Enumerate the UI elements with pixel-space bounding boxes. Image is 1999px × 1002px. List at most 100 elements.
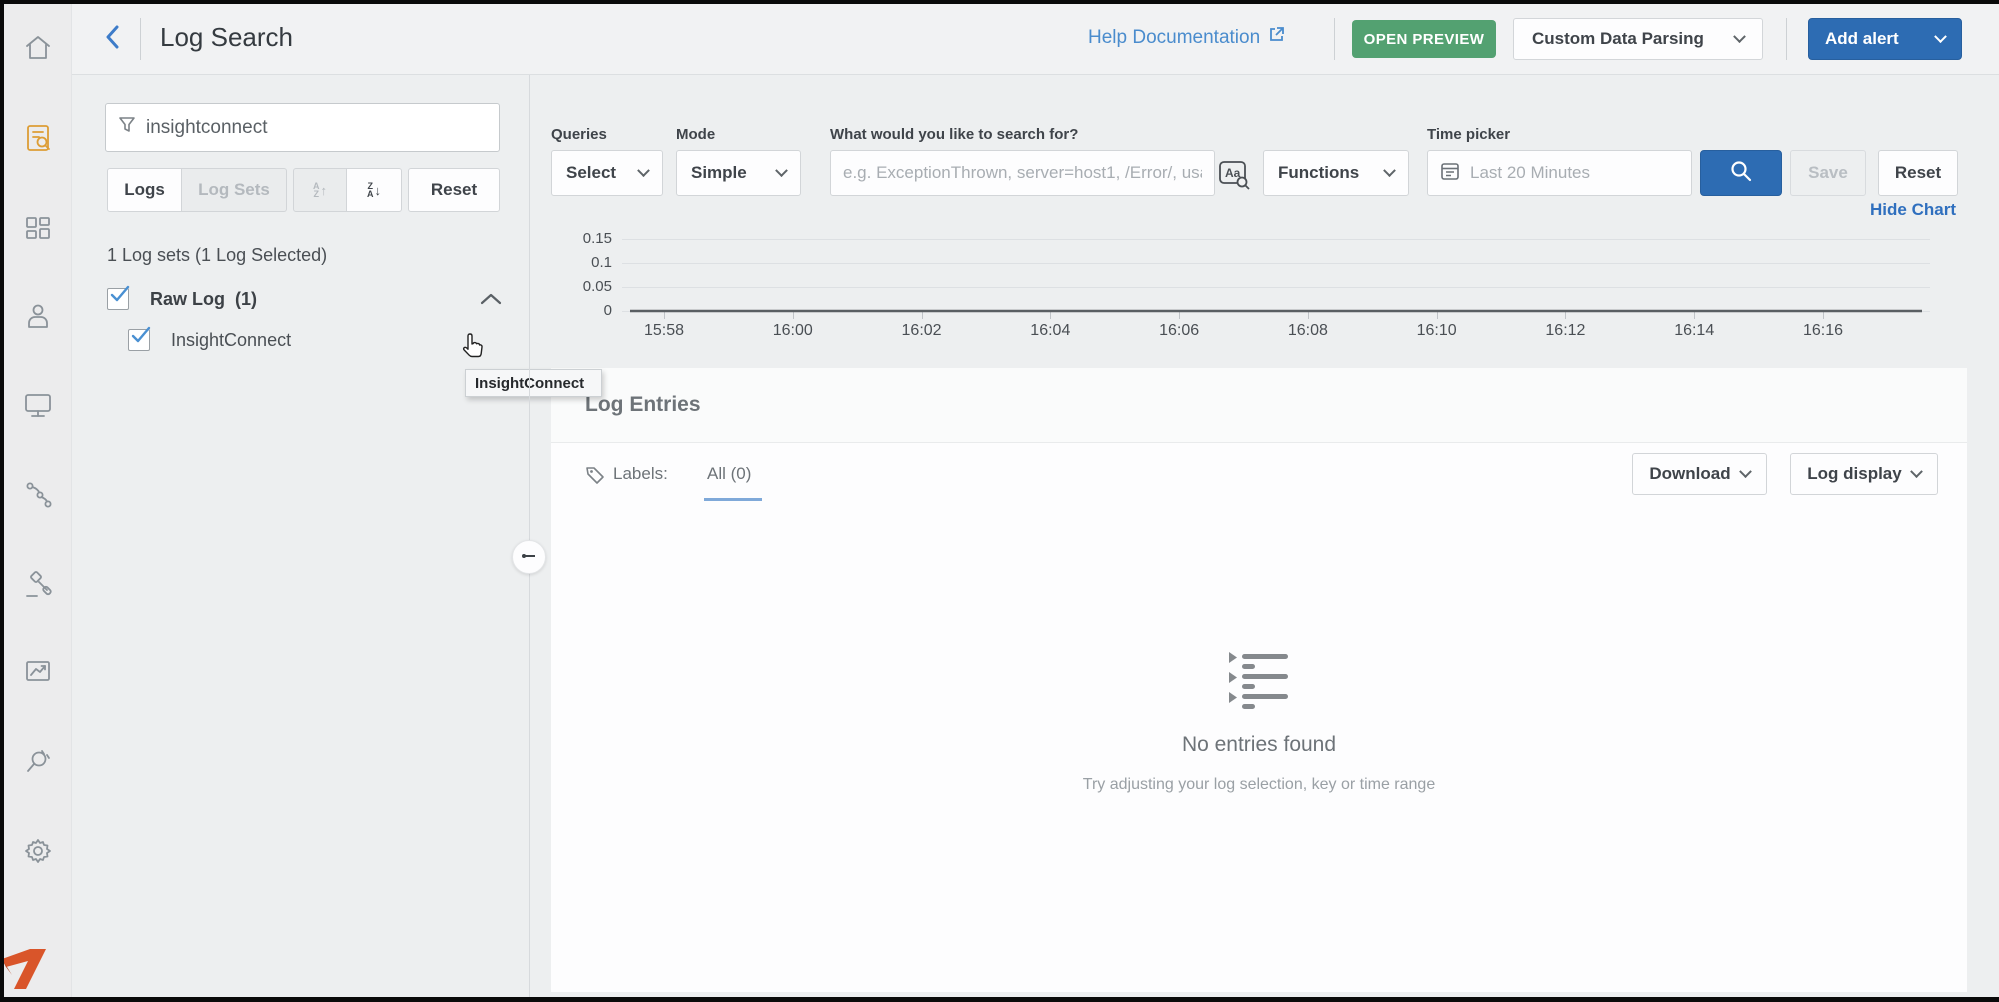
sidebar-item-reports[interactable] — [18, 653, 58, 693]
case-sensitive-search-button[interactable]: Aa — [1218, 158, 1250, 190]
sidebar-item-log-search[interactable] — [18, 120, 58, 160]
queries-select-dropdown[interactable]: Select — [551, 150, 663, 196]
sidebar-item-settings[interactable] — [18, 833, 58, 873]
chevron-down-icon — [1739, 465, 1752, 478]
log-selection-panel: Logs Log Sets AZ ↑ ZA ↓ Reset 1 Log sets… — [72, 75, 529, 997]
x-axis-tick-label: 16:02 — [882, 322, 962, 340]
letterbox-bottom — [0, 997, 1999, 1002]
hide-chart-link[interactable]: Hide Chart — [1856, 200, 1956, 220]
sort-desc-button[interactable]: ZA ↓ — [347, 168, 402, 212]
y-axis-tick-label: 0.05 — [552, 278, 612, 295]
add-alert-button[interactable]: Add alert — [1808, 18, 1962, 60]
help-documentation-link[interactable]: Help Documentation — [1088, 26, 1285, 49]
chevron-down-icon — [775, 164, 788, 177]
query-input-wrap — [830, 150, 1215, 196]
header-divider — [1334, 18, 1335, 60]
log-sets-tab-button[interactable]: Log Sets — [182, 168, 287, 212]
mode-label: Mode — [676, 126, 715, 143]
calendar-icon — [1440, 161, 1460, 186]
time-picker-wrap — [1427, 150, 1692, 196]
y-axis-tick-label: 0 — [552, 302, 612, 319]
empty-log-list-icon — [1227, 650, 1291, 719]
workflow-icon — [23, 480, 53, 515]
sidebar-item-home[interactable] — [18, 30, 58, 70]
x-axis-tick-label: 16:14 — [1654, 322, 1734, 340]
header-divider — [140, 18, 141, 60]
chevron-down-icon — [1934, 30, 1947, 43]
letterbox-left — [0, 0, 4, 1002]
functions-dropdown[interactable]: Functions — [1263, 150, 1409, 196]
save-query-button[interactable]: Save — [1790, 150, 1866, 196]
header-divider — [1786, 18, 1787, 60]
log-filter-box — [105, 103, 500, 152]
x-axis-tick-label: 16:00 — [753, 322, 833, 340]
x-axis-tick-label: 15:58 — [624, 322, 704, 340]
gear-icon — [23, 836, 53, 871]
collapse-panel-handle[interactable] — [512, 540, 546, 574]
mode-dropdown[interactable]: Simple — [676, 150, 801, 196]
search-for-label: What would you like to search for? — [830, 126, 1078, 143]
x-axis-tick-label: 16:06 — [1139, 322, 1219, 340]
sort-asc-button[interactable]: AZ ↑ — [293, 168, 347, 212]
log-checkbox-checked[interactable] — [128, 329, 150, 351]
empty-state-subtitle: Try adjusting your log selection, key or… — [959, 776, 1559, 794]
logs-tab-button[interactable]: Logs — [107, 168, 182, 212]
queries-label: Queries — [551, 126, 607, 143]
sidebar-item-dashboards[interactable] — [18, 210, 58, 250]
download-dropdown[interactable]: Download — [1632, 453, 1767, 495]
y-axis-tick-label: 0.1 — [552, 254, 612, 271]
log-row[interactable]: InsightConnect — [128, 329, 291, 351]
x-axis-tick-label: 16:16 — [1783, 322, 1863, 340]
empty-state-title: No entries found — [1059, 733, 1459, 757]
log-entries-header — [551, 368, 1967, 443]
query-search-input[interactable] — [843, 151, 1202, 195]
log-display-dropdown[interactable]: Log display — [1790, 453, 1938, 495]
log-selection-summary: 1 Log sets (1 Log Selected) — [107, 245, 327, 266]
page-title: Log Search — [160, 22, 293, 53]
custom-data-parsing-dropdown[interactable]: Custom Data Parsing — [1513, 18, 1763, 60]
time-picker-label: Time picker — [1427, 126, 1510, 143]
sidebar-item-endpoints[interactable] — [18, 387, 58, 427]
log-search-screen: Log Search Help Documentation OPEN PREVI… — [0, 0, 1999, 1002]
log-set-row[interactable]: Raw Log (1) — [107, 288, 502, 310]
chevron-down-icon — [637, 164, 650, 177]
external-link-icon — [1268, 26, 1285, 49]
labels-all-tab[interactable]: All (0) — [707, 464, 751, 484]
chevron-down-icon — [1733, 30, 1746, 43]
dashboards-icon — [23, 213, 53, 248]
log-set-checkbox-checked[interactable] — [107, 288, 129, 310]
open-preview-button[interactable]: OPEN PREVIEW — [1352, 20, 1496, 58]
log-name-tooltip: InsightConnect — [465, 369, 602, 397]
collapse-log-set-chevron-icon[interactable] — [480, 292, 502, 310]
log-panel-reset-button[interactable]: Reset — [408, 168, 500, 212]
sort-za-icon: ZA — [367, 182, 374, 198]
sidebar-item-investigations[interactable] — [18, 567, 58, 607]
log-entries-panel: Log Entries Labels: All (0) Download Log… — [551, 368, 1967, 992]
time-picker-input[interactable] — [1470, 163, 1691, 183]
letterbox-top — [0, 0, 1999, 4]
user-icon — [23, 301, 53, 336]
rapid7-logo — [0, 945, 54, 991]
labels-label: Labels: — [613, 464, 668, 484]
chevron-down-icon — [1910, 465, 1923, 478]
monitor-icon — [23, 390, 53, 425]
x-axis-tick-label: 16:08 — [1268, 322, 1348, 340]
sidebar-item-data-collection[interactable] — [18, 743, 58, 783]
run-search-button[interactable] — [1700, 150, 1782, 196]
log-search-icon — [23, 123, 53, 158]
plug-icon — [23, 746, 53, 781]
chevron-down-icon — [1383, 164, 1396, 177]
sidebar-item-workflows[interactable] — [18, 477, 58, 517]
log-name: InsightConnect — [171, 330, 291, 351]
panel-divider — [529, 75, 530, 997]
tag-icon — [585, 465, 605, 490]
y-axis-tick-label: 0.15 — [552, 230, 612, 247]
active-tab-underline — [704, 498, 762, 501]
gavel-icon — [23, 570, 53, 605]
back-button[interactable] — [96, 22, 128, 56]
log-entries-title: Log Entries — [585, 393, 701, 417]
log-filter-input[interactable] — [146, 117, 487, 139]
query-reset-button[interactable]: Reset — [1878, 150, 1958, 196]
sidebar-item-users[interactable] — [18, 298, 58, 338]
arrow-left-icon — [521, 548, 537, 566]
